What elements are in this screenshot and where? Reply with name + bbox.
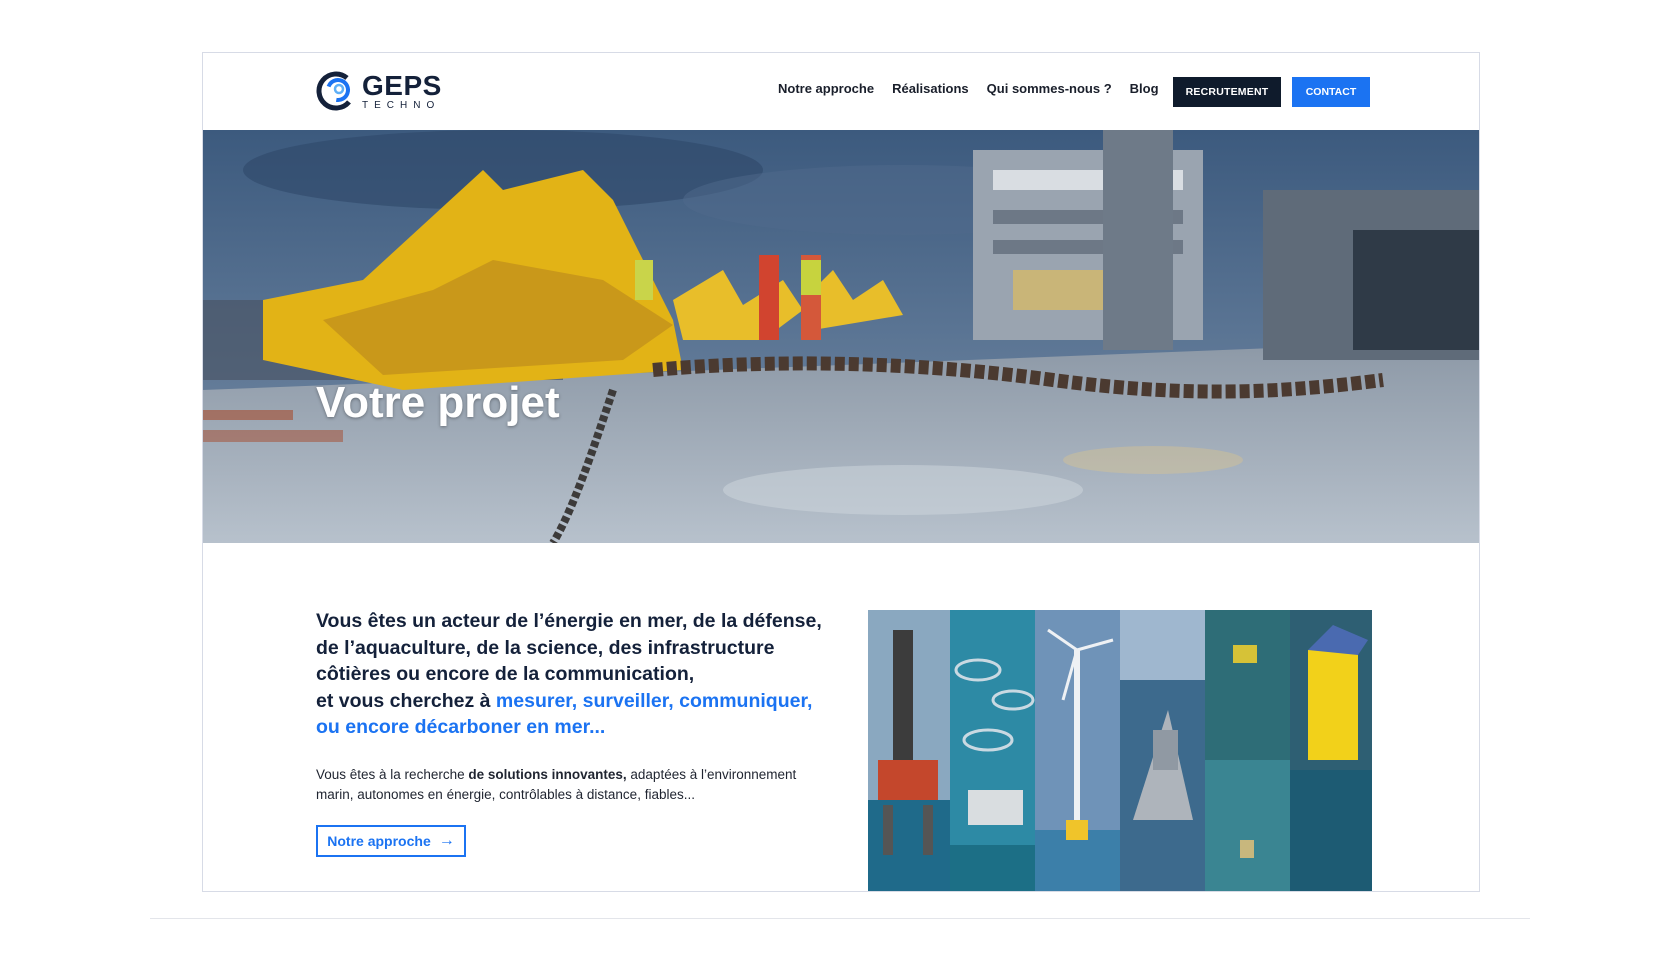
nav-item-blog[interactable]: Blog [1130, 81, 1159, 96]
nav-item-realisations[interactable]: Réalisations [892, 81, 969, 96]
collage-image [868, 610, 1372, 891]
intro-line-4: et vous cherchez à [316, 689, 491, 712]
intro-line-2: de l’aquaculture, de la science, des inf… [316, 636, 775, 659]
bottom-divider [150, 918, 1530, 919]
hero-image [203, 130, 1479, 543]
arrow-right-icon: → [438, 832, 455, 849]
logo[interactable]: GEPS TECHNO [316, 69, 442, 113]
nav-item-approche[interactable]: Notre approche [778, 81, 874, 96]
hero-banner: Votre projet [203, 130, 1479, 543]
intro-line-3: côtières ou encore de la communication, [316, 663, 695, 685]
sectors-collage [868, 610, 1372, 891]
desc-prefix: Vous êtes à la recherche [316, 767, 465, 782]
page-frame: GEPS TECHNO Notre approche Réalisations … [202, 52, 1480, 892]
intro-text: Vous êtes un acteur de l’énergie en mer,… [316, 608, 836, 741]
logo-swirl-icon [316, 71, 356, 111]
site-header: GEPS TECHNO Notre approche Réalisations … [203, 53, 1479, 130]
contact-button[interactable]: CONTACT [1292, 77, 1370, 107]
intro-line-1: Vous êtes un acteur de l’énergie en mer,… [316, 610, 822, 632]
logo-word: GEPS [362, 69, 442, 101]
description-text: Vous êtes à la recherche de solutions in… [316, 765, 806, 805]
logo-subtitle: TECHNO [362, 99, 441, 111]
notre-approche-button[interactable]: Notre approche → [316, 825, 466, 857]
nav-item-qui-sommes-nous[interactable]: Qui sommes-nous ? [987, 81, 1112, 96]
main-nav: Notre approche Réalisations Qui sommes-n… [778, 81, 1159, 96]
hero-title: Votre projet [316, 378, 560, 427]
notre-approche-label: Notre approche [327, 833, 431, 849]
recrutement-button[interactable]: RECRUTEMENT [1173, 77, 1281, 107]
desc-bold: de solutions innovantes, [468, 767, 627, 782]
